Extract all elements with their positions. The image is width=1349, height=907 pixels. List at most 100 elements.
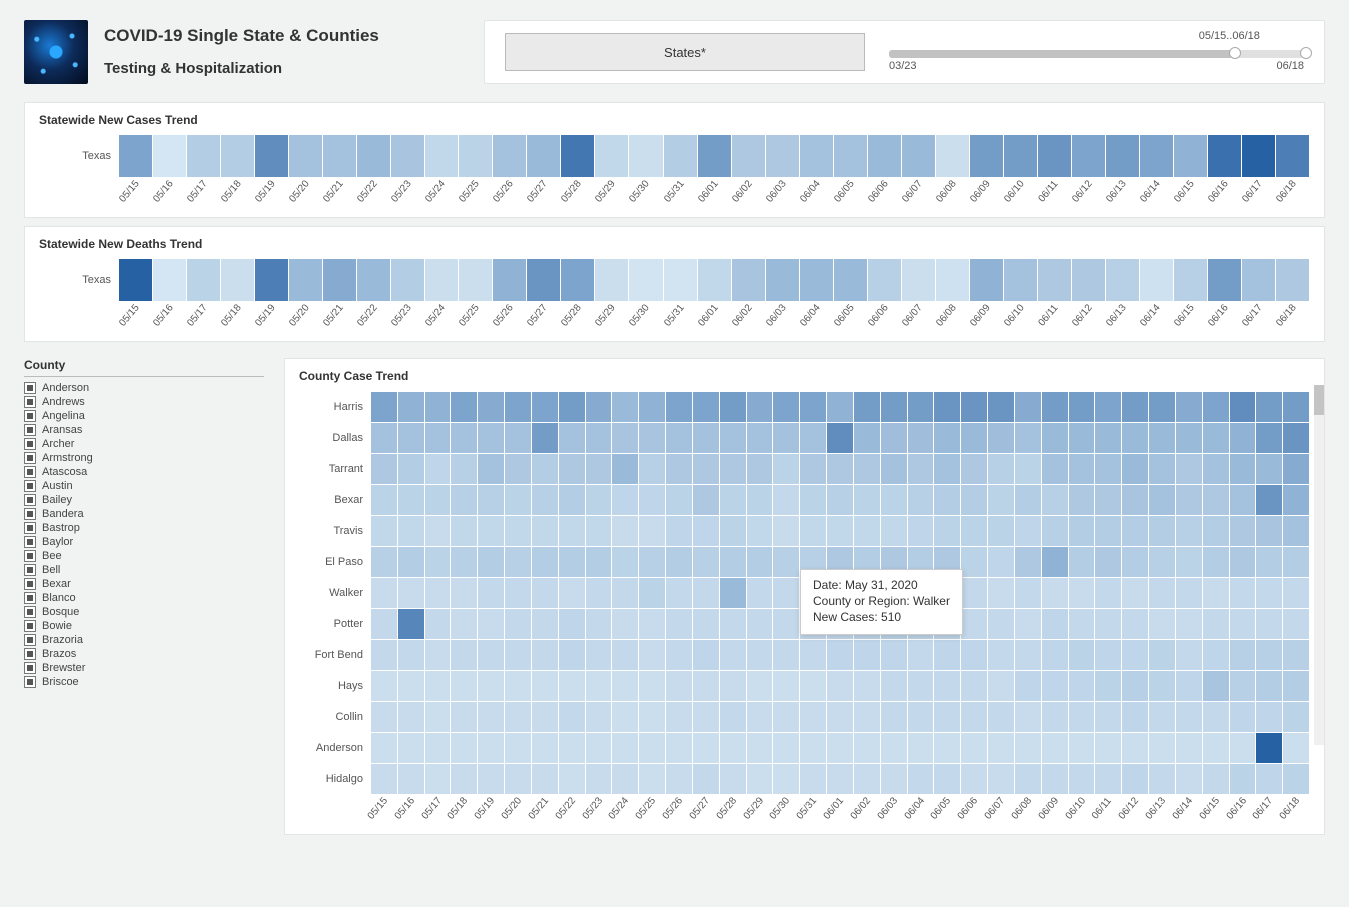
checkbox-icon[interactable] — [24, 606, 36, 618]
heatmap-cell[interactable] — [908, 640, 935, 670]
heatmap-cell[interactable] — [505, 392, 532, 422]
deaths-cells[interactable] — [119, 259, 1310, 301]
heatmap-cell[interactable] — [451, 609, 478, 639]
heatmap-cell[interactable] — [532, 516, 559, 546]
heatmap-cell[interactable] — [1095, 578, 1122, 608]
heatmap-cell[interactable] — [1203, 423, 1230, 453]
heatmap-cell[interactable] — [773, 485, 800, 515]
heatmap-cell[interactable] — [666, 764, 693, 794]
heatmap-cell[interactable] — [693, 671, 720, 701]
heatmap-cell[interactable] — [391, 135, 425, 177]
heatmap-cell[interactable] — [451, 671, 478, 701]
heatmap-cell[interactable] — [1230, 702, 1257, 732]
heatmap-cell[interactable] — [1069, 671, 1096, 701]
heatmap-cell[interactable] — [1149, 640, 1176, 670]
heatmap-cell[interactable] — [398, 671, 425, 701]
heatmap-cell[interactable] — [398, 609, 425, 639]
heatmap-cell[interactable] — [747, 454, 774, 484]
heatmap-cell[interactable] — [1176, 392, 1203, 422]
heatmap-cell[interactable] — [747, 671, 774, 701]
heatmap-cell[interactable] — [827, 764, 854, 794]
heatmap-cell[interactable] — [1042, 640, 1069, 670]
heatmap-cell[interactable] — [1149, 547, 1176, 577]
heatmap-cell[interactable] — [1203, 578, 1230, 608]
heatmap-cell[interactable] — [451, 764, 478, 794]
heatmap-cell[interactable] — [988, 516, 1015, 546]
heatmap-cell[interactable] — [1208, 135, 1242, 177]
heatmap-cell[interactable] — [666, 423, 693, 453]
heatmap-cell[interactable] — [961, 392, 988, 422]
heatmap-cell[interactable] — [1140, 259, 1174, 301]
county-filter-item[interactable]: Brewster — [24, 661, 264, 675]
slider-thumb-start[interactable] — [1229, 47, 1241, 59]
heatmap-cell[interactable] — [559, 702, 586, 732]
heatmap-cell[interactable] — [1203, 671, 1230, 701]
heatmap-cell[interactable] — [1069, 392, 1096, 422]
county-filter-item[interactable]: Bastrop — [24, 521, 264, 535]
heatmap-cell[interactable] — [868, 135, 902, 177]
heatmap-cell[interactable] — [478, 516, 505, 546]
heatmap-cell[interactable] — [693, 609, 720, 639]
heatmap-cell[interactable] — [493, 135, 527, 177]
heatmap-cell[interactable] — [1230, 392, 1257, 422]
heatmap-cell[interactable] — [766, 135, 800, 177]
heatmap-cell[interactable] — [693, 733, 720, 763]
heatmap-cell[interactable] — [1122, 671, 1149, 701]
heatmap-cell[interactable] — [532, 609, 559, 639]
heatmap-cell[interactable] — [961, 733, 988, 763]
heatmap-cell[interactable] — [1015, 578, 1042, 608]
heatmap-cell[interactable] — [612, 454, 639, 484]
heatmap-cell[interactable] — [800, 423, 827, 453]
checkbox-icon[interactable] — [24, 410, 36, 422]
heatmap-cell[interactable] — [1256, 392, 1283, 422]
heatmap-cell[interactable] — [908, 454, 935, 484]
heatmap-cell[interactable] — [720, 392, 747, 422]
heatmap-cell[interactable] — [532, 423, 559, 453]
heatmap-cell[interactable] — [371, 671, 398, 701]
heatmap-cell[interactable] — [398, 392, 425, 422]
heatmap-cell[interactable] — [532, 578, 559, 608]
heatmap-cell[interactable] — [586, 578, 613, 608]
heatmap-cell[interactable] — [747, 733, 774, 763]
heatmap-cell[interactable] — [773, 547, 800, 577]
heatmap-cell[interactable] — [532, 485, 559, 515]
heatmap-cell[interactable] — [1122, 485, 1149, 515]
heatmap-cell[interactable] — [586, 764, 613, 794]
heatmap-cell[interactable] — [639, 764, 666, 794]
heatmap-cell[interactable] — [1203, 733, 1230, 763]
heatmap-cell[interactable] — [666, 578, 693, 608]
heatmap-cell[interactable] — [1015, 764, 1042, 794]
heatmap-cell[interactable] — [1203, 485, 1230, 515]
heatmap-cell[interactable] — [988, 764, 1015, 794]
heatmap-cell[interactable] — [854, 392, 881, 422]
heatmap-cell[interactable] — [586, 640, 613, 670]
heatmap-cell[interactable] — [357, 135, 391, 177]
heatmap-cell[interactable] — [1176, 702, 1203, 732]
heatmap-cell[interactable] — [1015, 609, 1042, 639]
heatmap-cell[interactable] — [800, 671, 827, 701]
county-filter-item[interactable]: Brazoria — [24, 633, 264, 647]
heatmap-cell[interactable] — [854, 733, 881, 763]
heatmap-cell[interactable] — [720, 640, 747, 670]
heatmap-cell[interactable] — [664, 135, 698, 177]
heatmap-cell[interactable] — [371, 454, 398, 484]
heatmap-cell[interactable] — [639, 423, 666, 453]
heatmap-cell[interactable] — [881, 702, 908, 732]
heatmap-cell[interactable] — [773, 764, 800, 794]
heatmap-cell[interactable] — [936, 259, 970, 301]
heatmap-cell[interactable] — [1256, 485, 1283, 515]
heatmap-cell[interactable] — [1095, 392, 1122, 422]
county-scrollbar[interactable] — [1314, 385, 1324, 745]
heatmap-cell[interactable] — [666, 392, 693, 422]
heatmap-cell[interactable] — [1095, 516, 1122, 546]
heatmap-cell[interactable] — [478, 609, 505, 639]
heatmap-cell[interactable] — [1095, 485, 1122, 515]
heatmap-cell[interactable] — [586, 702, 613, 732]
heatmap-cell[interactable] — [666, 547, 693, 577]
heatmap-cell[interactable] — [478, 640, 505, 670]
heatmap-cell[interactable] — [773, 454, 800, 484]
heatmap-cell[interactable] — [1283, 733, 1310, 763]
heatmap-cell[interactable] — [800, 516, 827, 546]
heatmap-cell[interactable] — [773, 423, 800, 453]
heatmap-cell[interactable] — [934, 733, 961, 763]
